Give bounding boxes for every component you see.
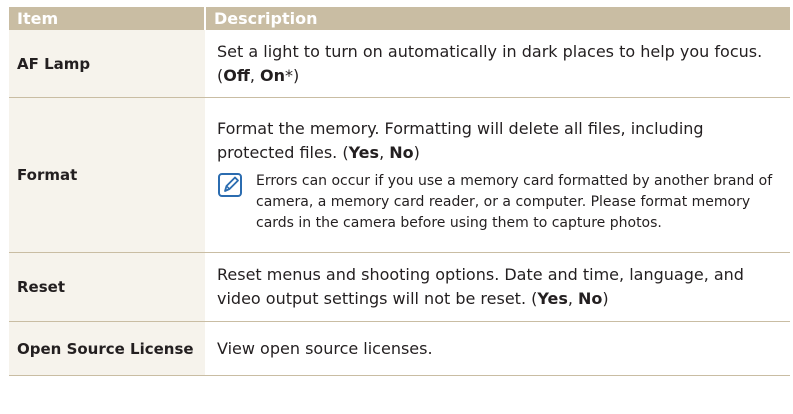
table-row: Format Format the memory. Formatting wil… [9, 97, 790, 253]
option-yes: Yes [348, 142, 380, 162]
description-tail: *) [284, 65, 300, 85]
row-description: Set a light to turn on automatically in … [205, 30, 790, 98]
table-row: Reset Reset menus and shooting options. … [9, 252, 790, 322]
description-text: Reset menus and shooting options. Date a… [217, 265, 744, 308]
row-description: View open source licenses. [205, 321, 790, 376]
settings-table: Item Description AF Lamp Set a light to … [9, 7, 790, 376]
description-tail: ) [413, 142, 420, 162]
option-no: No [578, 289, 603, 308]
description-paragraph: Format the memory. Formatting will delet… [217, 117, 776, 165]
option-yes: Yes [537, 289, 568, 308]
row-item-reset: Reset [9, 252, 205, 322]
description-text: View open source licenses. [217, 338, 433, 358]
option-on: On [259, 65, 285, 85]
option-no: No [389, 142, 414, 162]
note-pencil-icon [218, 172, 242, 197]
header-item: Item [9, 7, 206, 30]
table-row: AF Lamp Set a light to turn on automatic… [9, 30, 790, 98]
table-row: Open Source License View open source lic… [9, 321, 790, 376]
description-tail: ) [602, 289, 609, 308]
row-item-af-lamp: AF Lamp [9, 30, 205, 98]
row-description: Format the memory. Formatting will delet… [205, 97, 790, 253]
row-item-format: Format [9, 97, 205, 253]
header-description: Description [205, 7, 790, 30]
option-separator: , [249, 65, 260, 85]
row-item-open-source-license: Open Source License [9, 321, 205, 376]
row-description: Reset menus and shooting options. Date a… [205, 252, 790, 322]
table-header-row: Item Description [9, 7, 790, 30]
note-box: Errors can occur if you use a memory car… [217, 171, 776, 234]
description-text: Format the memory. Formatting will delet… [217, 118, 704, 162]
option-off: Off [223, 65, 250, 85]
option-separator: , [567, 289, 579, 308]
note-text: Errors can occur if you use a memory car… [256, 172, 773, 231]
option-separator: , [379, 142, 390, 162]
